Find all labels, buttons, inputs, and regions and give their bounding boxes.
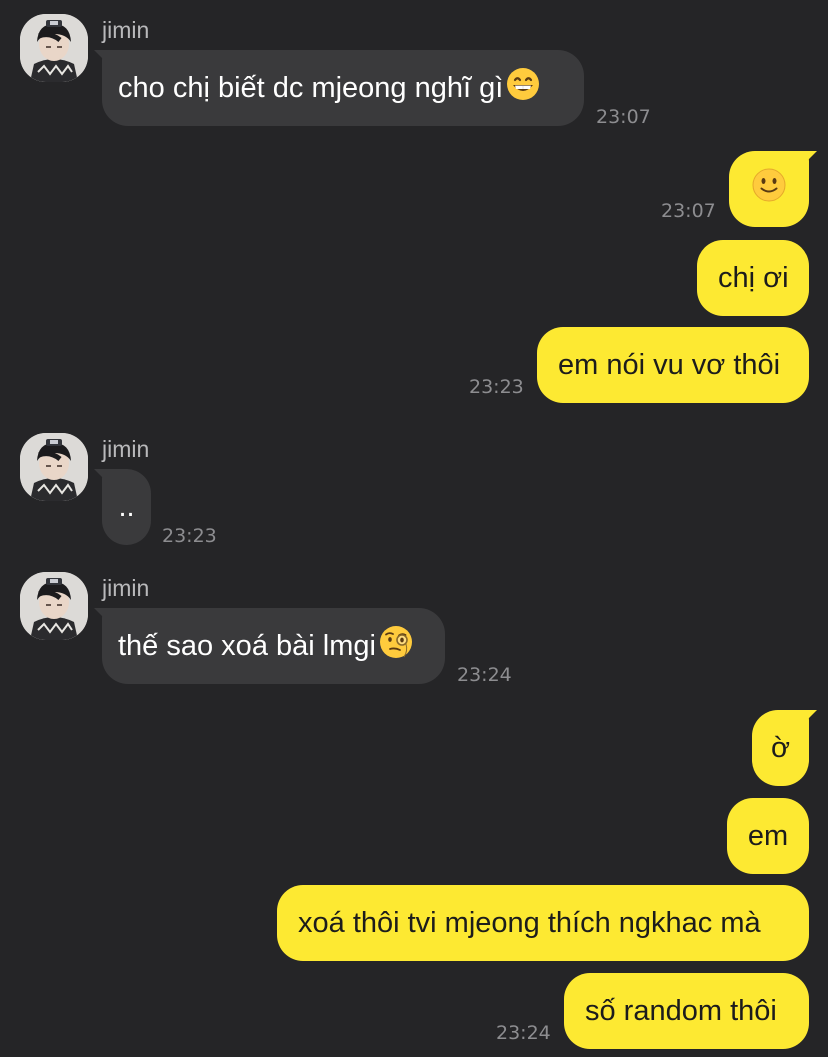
message-text: .. — [118, 490, 135, 523]
message-timestamp: 23:23 — [162, 525, 217, 547]
avatar[interactable] — [20, 14, 88, 82]
face-with-monocle-icon — [378, 624, 414, 668]
message-timestamp: 23:07 — [661, 200, 716, 222]
message-text: em nói vu vơ thôi — [558, 348, 781, 381]
message-text: em — [747, 819, 789, 852]
message-text: cho chị biết dc mjeong nghĩ gì — [118, 71, 504, 104]
bubble-tail — [94, 608, 112, 626]
slightly-smiling-face-icon — [751, 167, 787, 211]
sender-name: jimin — [102, 436, 150, 462]
bubble-tail — [94, 50, 112, 68]
message-bubble[interactable]: em nói vu vơ thôi — [537, 327, 809, 403]
message-bubble[interactable]: thế sao xoá bài lmgi — [94, 608, 445, 684]
message-text: chị ơi — [718, 261, 789, 294]
message-bubble[interactable]: xoá thôi tvi mjeong thích ngkhac mà — [277, 885, 809, 961]
message-timestamp: 23:24 — [496, 1022, 551, 1044]
message-timestamp: 23:07 — [596, 106, 651, 128]
message-text: số random thôi — [585, 994, 777, 1027]
avatar[interactable] — [20, 572, 88, 640]
message-bubble[interactable] — [729, 151, 817, 227]
message-text: thế sao xoá bài lmgi — [118, 629, 376, 662]
message-bubble[interactable]: số random thôi — [564, 973, 809, 1049]
avatar[interactable] — [20, 433, 88, 501]
chat-thread: jimin cho chị biết dc mjeong nghĩ gì 23:… — [0, 0, 828, 1057]
grinning-face-icon — [505, 66, 541, 110]
bubble-tail — [799, 151, 817, 169]
message-timestamp: 23:23 — [469, 376, 524, 398]
sender-name: jimin — [102, 17, 150, 43]
bubble-tail — [94, 469, 112, 487]
sender-name: jimin — [102, 575, 150, 601]
message-text: ờ — [770, 731, 791, 764]
message-bubble[interactable]: .. — [94, 469, 151, 545]
bubble-tail — [799, 710, 817, 728]
message-bubble[interactable]: chị ơi — [697, 240, 809, 316]
message-text: xoá thôi tvi mjeong thích ngkhac mà — [298, 906, 761, 939]
message-timestamp: 23:24 — [457, 664, 512, 686]
message-bubble[interactable]: em — [727, 798, 809, 874]
message-bubble[interactable]: cho chị biết dc mjeong nghĩ gì — [94, 50, 584, 126]
message-bubble[interactable]: ờ — [752, 710, 817, 786]
